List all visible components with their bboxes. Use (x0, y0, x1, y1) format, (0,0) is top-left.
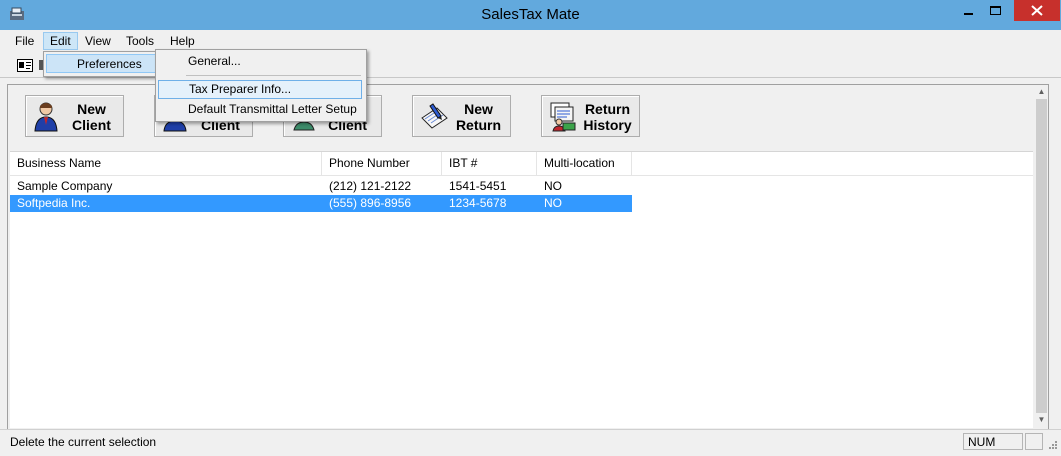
client-list[interactable]: Business Name Phone Number IBT # Multi-l… (10, 151, 1033, 428)
column-ibt[interactable]: IBT # (442, 152, 537, 175)
column-business-name[interactable]: Business Name (10, 152, 322, 175)
cell-ibt: 1541-5451 (449, 179, 507, 193)
cell-multi-location: NO (544, 196, 562, 210)
new-return-icon (421, 103, 448, 129)
status-bar: Delete the current selection NUM (0, 429, 1061, 456)
cell-multi-location: NO (544, 179, 562, 193)
main-panel: NewClient Client eClient NewReturn (7, 84, 1049, 430)
cell-phone-number: (555) 896-8956 (329, 196, 412, 210)
column-phone-number[interactable]: Phone Number (322, 152, 442, 175)
client-card-icon[interactable] (17, 59, 33, 72)
scroll-down-icon[interactable]: ▼ (1035, 414, 1048, 426)
menu-item-general[interactable]: General... (158, 52, 362, 71)
num-lock-indicator: NUM (963, 433, 1023, 450)
close-icon (1031, 5, 1043, 16)
preferences-submenu: General... Tax Preparer Info... Default … (155, 49, 367, 122)
return-history-label: Return History (583, 101, 632, 133)
person-icon (34, 102, 58, 132)
status-panel (1025, 433, 1043, 450)
cell-ibt: 1234-5678 (449, 196, 507, 210)
menu-edit[interactable]: Edit (43, 32, 78, 50)
new-return-label: New Return (455, 101, 502, 133)
return-history-button[interactable]: Return History (541, 95, 640, 137)
vertical-scrollbar[interactable]: ▲ ▼ (1035, 85, 1048, 429)
new-client-label: New Client (72, 101, 111, 133)
resize-grip-icon[interactable] (1046, 440, 1058, 452)
menu-item-transmittal-letter-setup[interactable]: Default Transmittal Letter Setup (158, 100, 362, 119)
table-row[interactable]: Softpedia Inc. (555) 896-8956 1234-5678 … (10, 195, 632, 212)
close-button[interactable] (1014, 0, 1060, 21)
cell-business-name: Sample Company (17, 179, 113, 193)
menu-item-tax-preparer-info[interactable]: Tax Preparer Info... (158, 80, 362, 99)
menu-item-preferences[interactable]: Preferences (46, 54, 156, 73)
scroll-up-icon[interactable]: ▲ (1035, 86, 1048, 98)
maximize-icon (990, 6, 1001, 15)
scroll-thumb[interactable] (1036, 99, 1047, 413)
column-multi-location[interactable]: Multi-location (537, 152, 632, 175)
minimize-button[interactable] (955, 0, 982, 21)
cell-phone-number: (212) 121-2122 (329, 179, 412, 193)
app-window: SalesTax Mate File Edit View Tools Help (0, 0, 1061, 456)
window-title: SalesTax Mate (481, 6, 580, 23)
return-history-icon (550, 102, 576, 132)
new-client-button[interactable]: New Client (25, 95, 124, 137)
menu-tools[interactable]: Tools (120, 33, 160, 50)
minimize-icon (964, 13, 973, 15)
table-row[interactable]: Sample Company (212) 121-2122 1541-5451 … (10, 178, 632, 195)
cell-business-name: Softpedia Inc. (17, 196, 91, 210)
menu-file[interactable]: File (9, 33, 40, 50)
list-header: Business Name Phone Number IBT # Multi-l… (10, 152, 1033, 176)
maximize-button[interactable] (982, 0, 1009, 21)
menu-view[interactable]: View (79, 33, 117, 50)
title-bar[interactable]: SalesTax Mate (0, 0, 1061, 30)
menu-help[interactable]: Help (164, 33, 201, 50)
status-message: Delete the current selection (10, 435, 157, 449)
menu-separator (186, 75, 361, 76)
edit-menu-dropdown: Preferences (43, 51, 160, 77)
menu-bar: File Edit View Tools Help (0, 30, 1061, 50)
new-return-button[interactable]: New Return (412, 95, 511, 137)
